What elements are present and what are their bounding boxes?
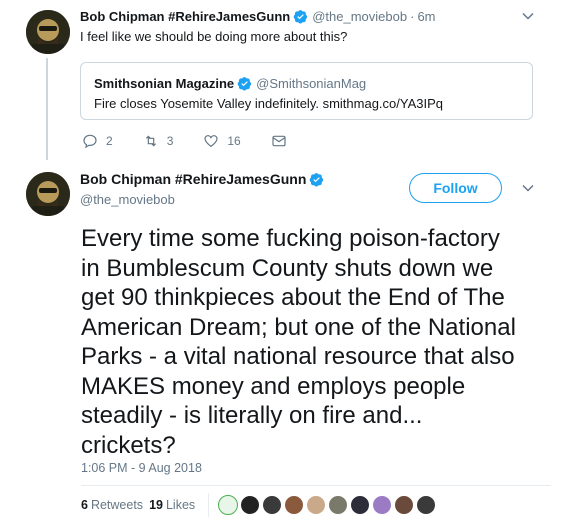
liker-avatar[interactable] (372, 495, 392, 515)
retweets-label: Retweets (90, 498, 144, 512)
author-handle[interactable]: @the_moviebob (312, 9, 407, 24)
reply-button[interactable]: 2 (82, 133, 113, 149)
author-name[interactable]: Bob Chipman #RehireJamesGunn (80, 171, 306, 187)
liker-avatar[interactable] (394, 495, 414, 515)
liker-avatar[interactable] (262, 495, 282, 515)
envelope-icon (272, 135, 286, 147)
liker-avatar[interactable] (416, 495, 436, 515)
separator-dot: · (410, 9, 415, 24)
follow-button[interactable]: Follow (409, 173, 502, 203)
quoted-author-handle: @SmithsonianMag (256, 76, 367, 91)
like-button[interactable]: 16 (203, 133, 241, 149)
liker-avatar[interactable] (350, 495, 370, 515)
verified-badge-icon (293, 10, 308, 24)
tweet-header: Bob Chipman #RehireJamesGunn @the_movieb… (80, 9, 436, 24)
thread-connector-line (46, 58, 48, 160)
quoted-author-name: Smithsonian Magazine (94, 76, 235, 91)
likes-label: Likes (165, 498, 196, 512)
tweet-text: Every time some fucking poison-factory i… (81, 225, 516, 459)
user-avatar-icon (26, 10, 70, 54)
divider (81, 485, 551, 486)
tweet-stats: 6 Retweets 19 Likes (81, 498, 201, 512)
liker-avatars (218, 495, 438, 515)
author-handle[interactable]: @the_moviebob (80, 192, 175, 207)
retweet-button[interactable]: 3 (143, 133, 174, 149)
avatar[interactable] (26, 10, 70, 54)
chevron-down-icon[interactable] (521, 181, 535, 195)
reply-count: 2 (106, 134, 113, 148)
stats-separator (208, 493, 209, 517)
liker-avatar[interactable] (240, 495, 260, 515)
verified-badge-icon (310, 172, 324, 186)
user-avatar-icon (26, 172, 70, 216)
like-count: 19 (149, 498, 163, 512)
chevron-down-icon[interactable] (521, 9, 535, 23)
direct-message-button[interactable] (271, 133, 295, 149)
tweet-timestamp[interactable]: 1:06 PM - 9 Aug 2018 (81, 461, 202, 475)
author-name-row: Bob Chipman #RehireJamesGunn (80, 171, 328, 187)
tweet-actions: 2 3 16 (82, 132, 325, 150)
quoted-tweet-card[interactable]: Smithsonian Magazine @SmithsonianMag Fir… (80, 62, 533, 120)
tweet-text: I feel like we should be doing more abou… (80, 29, 348, 44)
tweet-time[interactable]: 6m (417, 9, 435, 24)
liker-avatar[interactable] (218, 495, 238, 515)
author-name[interactable]: Bob Chipman #RehireJamesGunn (80, 9, 290, 24)
heart-icon (204, 135, 218, 148)
verified-badge-icon (237, 77, 252, 91)
quoted-tweet-header: Smithsonian Magazine @SmithsonianMag (94, 76, 366, 91)
retweet-count: 3 (166, 134, 174, 148)
retweet-icon (145, 135, 156, 147)
liker-avatar[interactable] (328, 495, 348, 515)
retweet-count: 6 (81, 498, 88, 512)
retweets-stat[interactable]: 6 Retweets (81, 498, 143, 512)
reply-icon (83, 134, 97, 149)
liker-avatar[interactable] (306, 495, 326, 515)
like-count: 16 (227, 134, 241, 148)
quoted-tweet-text: Fire closes Yosemite Valley indefinitely… (94, 96, 443, 111)
avatar[interactable] (26, 172, 70, 216)
liker-avatar[interactable] (284, 495, 304, 515)
likes-stat[interactable]: 19 Likes (149, 498, 195, 512)
